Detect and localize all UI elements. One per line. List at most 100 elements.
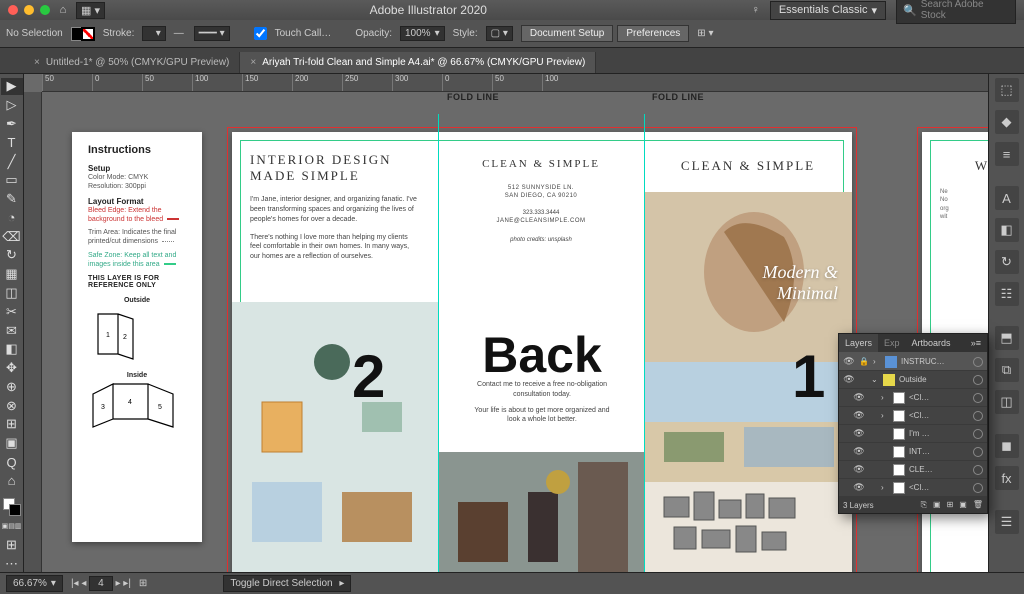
color-mode-icons[interactable]: ▣▤▥ xyxy=(1,518,23,535)
type-tool[interactable]: T xyxy=(1,134,23,151)
preferences-button[interactable]: Preferences xyxy=(617,25,689,42)
zoom-field[interactable]: 66.67% ▾ xyxy=(6,575,63,592)
panel1-hero-image[interactable]: Modern & Minimal xyxy=(644,192,852,362)
zoom-window-icon[interactable] xyxy=(40,5,50,15)
panel2-image[interactable] xyxy=(232,302,438,572)
home-icon[interactable]: ⌂ xyxy=(56,4,70,16)
layers-panel-icon[interactable]: ☰ xyxy=(995,510,1019,534)
fill-stroke-swatch[interactable] xyxy=(71,27,95,41)
target-icon[interactable] xyxy=(973,447,983,457)
visibility-icon[interactable]: 👁 xyxy=(853,464,865,475)
variable-width-profile[interactable]: ━━━ ▾ xyxy=(194,26,230,41)
artboard-instructions[interactable]: Instructions Setup Color Mode: CMYK Reso… xyxy=(72,132,202,542)
target-icon[interactable] xyxy=(973,357,983,367)
workspace-switcher[interactable]: Essentials Classic▾ xyxy=(770,1,886,20)
graphic-style-field[interactable]: ▢ ▾ xyxy=(486,26,513,41)
rectangle-tool[interactable]: ▭ xyxy=(1,172,23,189)
layer-name[interactable]: <Cl… xyxy=(909,483,969,492)
free-transform-tool[interactable]: ✂ xyxy=(1,303,23,320)
selection-tool[interactable]: ▶ xyxy=(1,78,23,95)
minimize-window-icon[interactable] xyxy=(24,5,34,15)
target-icon[interactable] xyxy=(973,465,983,475)
direct-selection-tool[interactable]: ▷ xyxy=(1,97,23,114)
lock-icon[interactable]: 🔒 xyxy=(859,357,869,366)
graphic-styles-panel-icon[interactable]: fx xyxy=(995,466,1019,490)
touch-calligraphy-checkbox[interactable] xyxy=(254,27,267,40)
scale-tool[interactable]: ▦ xyxy=(1,266,23,283)
perspective-tool[interactable]: ◧ xyxy=(1,341,23,358)
pen-tool[interactable]: ✒ xyxy=(1,116,23,133)
bridge-icon[interactable]: ▦ ▾ xyxy=(76,2,105,19)
fold-guide[interactable] xyxy=(644,114,645,572)
expand-icon[interactable]: › xyxy=(881,393,889,402)
status-mode[interactable]: Toggle Direct Selection ▸ xyxy=(223,575,351,592)
shape-builder-tool[interactable]: ✉ xyxy=(1,322,23,339)
visibility-icon[interactable]: 👁 xyxy=(853,428,865,439)
layer-name[interactable]: CLE… xyxy=(909,465,969,474)
layer-name[interactable]: Outside xyxy=(899,375,969,384)
layer-row[interactable]: 👁 ⌄ Outside xyxy=(839,371,987,389)
layer-row[interactable]: 👁 🔒 › INSTRUC… xyxy=(839,353,987,371)
layer-row[interactable]: 👁 INT… xyxy=(839,443,987,461)
visibility-icon[interactable]: 👁 xyxy=(853,446,865,457)
artboards-tab[interactable]: Artboards xyxy=(906,334,957,352)
fold-guide[interactable] xyxy=(438,114,439,572)
color-panel-icon[interactable]: ◆ xyxy=(995,110,1019,134)
target-icon[interactable] xyxy=(973,393,983,403)
stock-search[interactable]: 🔍 Search Adobe Stock xyxy=(896,0,1016,24)
fill-stroke-proxy[interactable] xyxy=(1,498,23,516)
blend-tool[interactable]: ⊞ xyxy=(1,416,23,433)
document-setup-button[interactable]: Document Setup xyxy=(521,25,614,42)
panel-menu-icon[interactable]: »≡ xyxy=(965,334,987,352)
rotate-tool[interactable]: ↻ xyxy=(1,247,23,264)
artboard-brochure-outside[interactable]: INTERIOR DESIGN MADE SIMPLE I'm Jane, in… xyxy=(232,132,852,572)
bulb-icon[interactable]: ♀ xyxy=(752,4,760,16)
exp-tab[interactable]: Exp xyxy=(878,334,906,352)
close-tab-icon[interactable]: × xyxy=(34,57,40,68)
expand-icon[interactable]: › xyxy=(873,357,881,366)
opacity-field[interactable]: 100% ▾ xyxy=(400,26,445,41)
graph-tool[interactable]: Q xyxy=(1,454,23,471)
ruler-horizontal[interactable]: 50050100150200250300050100 xyxy=(42,74,988,92)
layers-panel[interactable]: Layers Exp Artboards »≡ 👁 🔒 › INSTRUC… 👁… xyxy=(838,333,988,514)
visibility-icon[interactable]: 👁 xyxy=(843,356,855,367)
character-panel-icon[interactable]: A xyxy=(995,186,1019,210)
visibility-icon[interactable]: 👁 xyxy=(853,482,865,493)
target-icon[interactable] xyxy=(973,411,983,421)
width-tool[interactable]: ◫ xyxy=(1,285,23,302)
make-clipping-mask-icon[interactable]: ▣ xyxy=(933,500,941,510)
align-icon[interactable]: ⊞ ▾ xyxy=(697,28,713,39)
visibility-icon[interactable]: 👁 xyxy=(843,374,855,385)
stroke-weight-field[interactable]: ▾ xyxy=(142,26,165,41)
target-icon[interactable] xyxy=(973,375,983,385)
stroke-swatch-icon[interactable] xyxy=(81,27,95,41)
back-image[interactable] xyxy=(438,452,644,572)
expand-icon[interactable]: ⌄ xyxy=(871,375,879,384)
gradient-tool[interactable]: ⊕ xyxy=(1,379,23,396)
appearance-panel-icon[interactable]: ◼ xyxy=(995,434,1019,458)
target-icon[interactable] xyxy=(973,429,983,439)
transparency-panel-icon[interactable]: ◫ xyxy=(995,390,1019,414)
visibility-icon[interactable]: 👁 xyxy=(853,410,865,421)
symbol-sprayer-tool[interactable]: ▣ xyxy=(1,435,23,452)
edit-toolbar[interactable]: ⋯ xyxy=(1,555,23,572)
color-guide-panel-icon[interactable]: ≡ xyxy=(995,142,1019,166)
expand-icon[interactable]: › xyxy=(881,411,889,420)
layer-name[interactable]: I'm … xyxy=(909,429,969,438)
close-tab-icon[interactable]: × xyxy=(250,57,256,68)
back-cta-box[interactable]: Back Contact me to receive a free no-obl… xyxy=(462,322,622,442)
line-tool[interactable]: ╱ xyxy=(1,153,23,170)
target-icon[interactable] xyxy=(973,483,983,493)
panel1-gallery-image[interactable] xyxy=(644,482,852,572)
layer-name[interactable]: <Cl… xyxy=(909,411,969,420)
stroke-width-icon[interactable]: — xyxy=(174,28,186,39)
expand-icon[interactable]: › xyxy=(881,483,889,492)
layer-row[interactable]: 👁 › <Cl… xyxy=(839,389,987,407)
blob-brush-tool[interactable]: ◔ xyxy=(1,209,23,226)
gradient-panel-icon[interactable]: ⧉ xyxy=(995,358,1019,382)
ruler-vertical[interactable] xyxy=(24,92,42,572)
artboard-tool[interactable]: ⌂ xyxy=(1,472,23,489)
screen-mode[interactable]: ⊞ xyxy=(1,537,23,554)
mesh-tool[interactable]: ✥ xyxy=(1,360,23,377)
new-layer-icon[interactable]: ▣ xyxy=(959,500,967,510)
